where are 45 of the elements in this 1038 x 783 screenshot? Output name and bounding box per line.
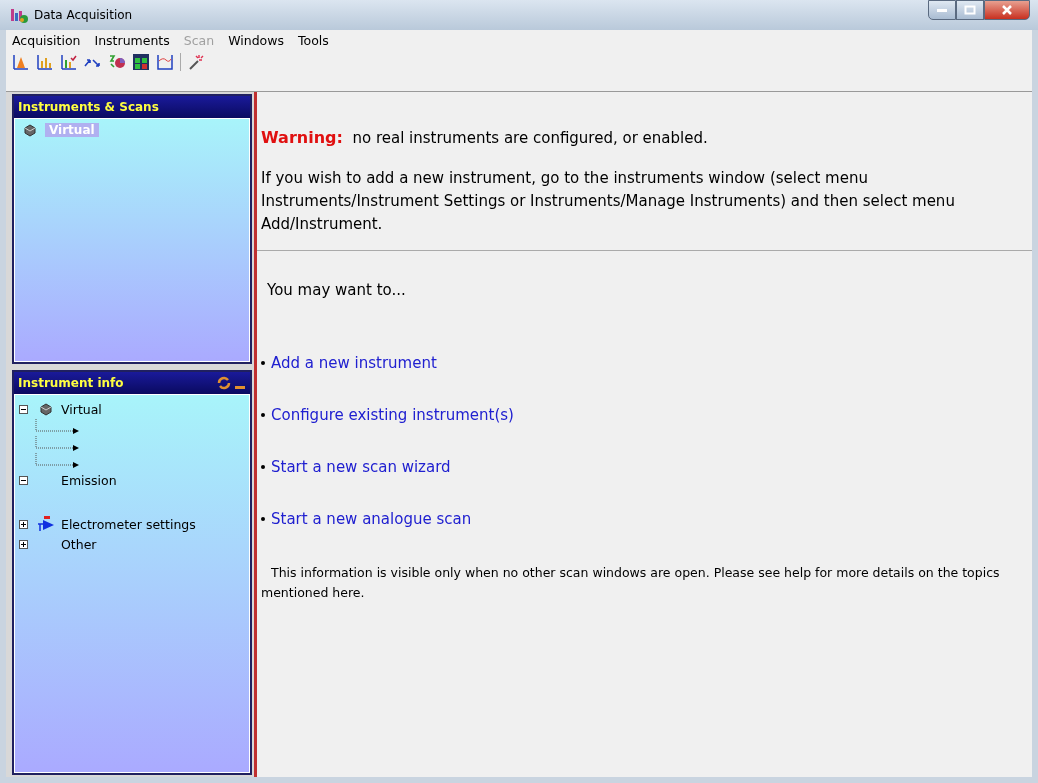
instrument-icon [23, 123, 37, 137]
menu-item[interactable]: Acquisition [12, 33, 81, 48]
minimize-button[interactable] [928, 0, 956, 20]
maximize-button[interactable] [956, 0, 984, 20]
menu-item[interactable]: Tools [297, 33, 329, 48]
window-title: Data Acquisition [34, 8, 133, 22]
tree-item[interactable]: Virtual [61, 401, 102, 417]
pie-chart-icon[interactable] [108, 53, 126, 71]
close-button[interactable] [984, 0, 1030, 20]
maximize-icon [964, 5, 976, 15]
bullet-icon [261, 465, 265, 469]
bar-chart-check-icon[interactable] [60, 53, 78, 71]
expander-icon[interactable] [19, 404, 31, 414]
bullet-icon [261, 413, 265, 417]
instrument-icon [39, 402, 53, 416]
expander-icon[interactable] [19, 539, 31, 549]
refresh-icon[interactable] [216, 376, 232, 390]
peak-chart-icon[interactable] [12, 53, 30, 71]
intro-text: You may want to... [267, 281, 407, 299]
tree-item[interactable]: Electrometer settings [61, 516, 196, 532]
electrometer-icon [37, 516, 55, 532]
line-chart-icon[interactable] [156, 53, 174, 71]
menu-item[interactable]: Windows [228, 33, 284, 48]
note-text: This information is visible only when no other scan windows are open. Please see help for more details on the topics mentioned here. [261, 564, 1001, 602]
minimize-icon [936, 7, 948, 13]
panel-title: Instrument info [18, 376, 124, 390]
expander-icon[interactable] [19, 475, 31, 485]
menu-item[interactable]: Instruments [94, 33, 170, 48]
close-icon [1001, 5, 1013, 15]
warning-message: Warning: no real instruments are configured, or enabled. [261, 128, 709, 147]
bullet-icon [261, 361, 265, 365]
action-link[interactable]: Start a new analogue scan [271, 510, 472, 528]
action-link[interactable]: Add a new instrument [271, 354, 437, 372]
bar-chart-icon[interactable] [36, 53, 54, 71]
panel-title: Instruments & Scans [18, 100, 159, 114]
chart-icon [10, 7, 28, 23]
expander-icon[interactable] [19, 519, 31, 529]
help-text: If you wish to add a new instrument, go to the instruments window (select menu Instruments/Instrument Settings or Instruments/Manage Instruments) and then select menu Add/Instrument. [261, 168, 956, 235]
tree-item[interactable]: Emission [61, 472, 117, 488]
tree-item[interactable]: Other [61, 536, 97, 552]
action-link[interactable]: Configure existing instrument(s) [271, 406, 514, 424]
action-link[interactable]: Start a new scan wizard [271, 458, 451, 476]
magic-wand-icon[interactable] [187, 53, 205, 71]
bullet-icon [261, 517, 265, 521]
grid-icon[interactable] [132, 53, 150, 71]
